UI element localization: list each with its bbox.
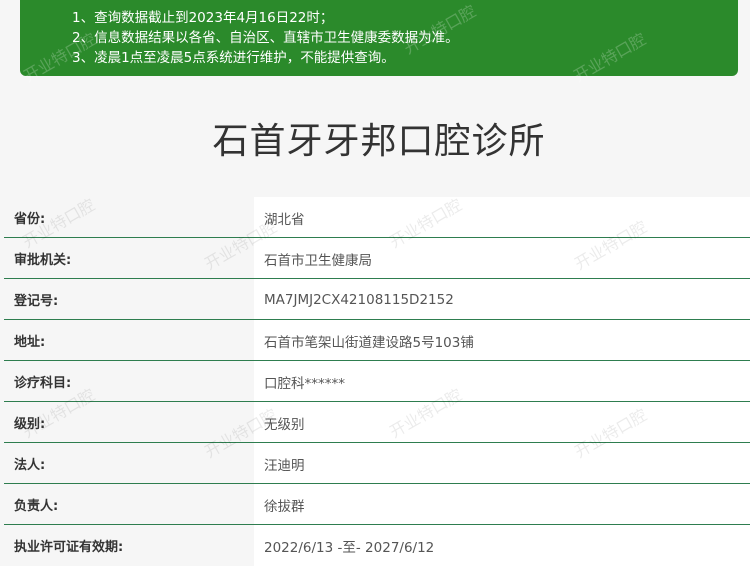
info-row-authority: 审批机关: 石首市卫生健康局 <box>0 238 750 279</box>
info-row-license-validity: 执业许可证有效期: 2022/6/13 -至- 2027/6/12 <box>0 525 750 566</box>
row-label: 省份: <box>0 197 254 238</box>
row-label: 负责人: <box>0 484 254 525</box>
info-row-registration: 登记号: MA7JMJ2CX42108115D2152 <box>0 279 750 320</box>
info-row-level: 级别: 无级别 <box>0 402 750 443</box>
row-value: 湖北省 <box>254 197 750 238</box>
row-value: MA7JMJ2CX42108115D2152 <box>254 279 750 320</box>
page-title: 石首牙牙邦口腔诊所 <box>212 121 546 162</box>
notice-banner: 1、查询数据截止到2023年4月16日22时； 2、信息数据结果以各省、自治区、… <box>20 0 738 86</box>
info-table: 省份: 湖北省 审批机关: 石首市卫生健康局 登记号: MA7JMJ2CX421… <box>0 197 750 566</box>
notice-line-2: 2、信息数据结果以各省、自治区、直辖市卫生健康委数据为准。 <box>72 30 459 46</box>
info-row-departments: 诊疗科目: 口腔科****** <box>0 361 750 402</box>
row-value: 汪迪明 <box>254 443 750 484</box>
row-value: 2022/6/13 -至- 2027/6/12 <box>254 525 750 566</box>
info-row-legal-person: 法人: 汪迪明 <box>0 443 750 484</box>
row-value: 徐拔群 <box>254 484 750 525</box>
row-label: 诊疗科目: <box>0 361 254 402</box>
row-value: 石首市笔架山街道建设路5号103铺 <box>254 320 750 361</box>
info-row-province: 省份: 湖北省 <box>0 197 750 238</box>
row-label: 执业许可证有效期: <box>0 525 254 566</box>
row-label: 级别: <box>0 402 254 443</box>
info-row-responsible: 负责人: 徐拔群 <box>0 484 750 525</box>
row-value: 口腔科****** <box>254 361 750 402</box>
row-value: 无级别 <box>254 402 750 443</box>
info-row-address: 地址: 石首市笔架山街道建设路5号103铺 <box>0 320 750 361</box>
row-label: 地址: <box>0 320 254 361</box>
notice-line-1: 1、查询数据截止到2023年4月16日22时； <box>72 10 334 26</box>
row-label: 登记号: <box>0 279 254 320</box>
row-value: 石首市卫生健康局 <box>254 238 750 279</box>
row-label: 审批机关: <box>0 238 254 279</box>
notice-line-3: 3、凌晨1点至凌晨5点系统进行维护，不能提供查询。 <box>72 50 395 66</box>
row-label: 法人: <box>0 443 254 484</box>
